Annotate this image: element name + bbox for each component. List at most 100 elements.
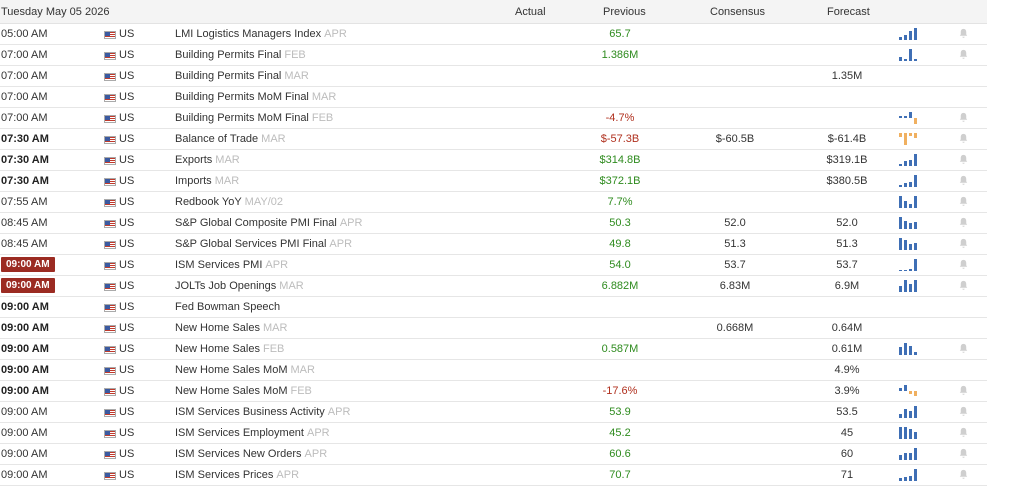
event-name-link[interactable]: S&P Global Services PMI Final APR (175, 238, 352, 250)
bell-icon[interactable] (958, 280, 969, 291)
event-name-link[interactable]: New Home Sales MoM MAR (175, 364, 315, 376)
table-row[interactable]: 09:00 AM US ISM Services Employment APR 45.2… (0, 423, 987, 444)
event-time: 09:00 AM (1, 364, 49, 376)
consensus-value: 51.3 (724, 238, 746, 250)
event-time: 07:00 AM (1, 91, 48, 103)
event-name-link[interactable]: Building Permits MoM Final FEB (175, 112, 333, 124)
table-row[interactable]: 08:45 AM US S&P Global Services PMI Final A… (0, 234, 987, 255)
sparkline-bar (914, 469, 917, 481)
sparkline-bar (899, 388, 902, 391)
bell-icon[interactable] (958, 427, 969, 438)
event-name: ISM Services Prices (175, 469, 274, 481)
table-row[interactable]: 09:00 AM US Fed Bowman Speech (0, 297, 987, 318)
country-code: US (119, 217, 135, 229)
event-name-link[interactable]: Exports MAR (175, 154, 240, 166)
event-name-link[interactable]: Building Permits Final FEB (175, 49, 306, 61)
bell-icon[interactable] (958, 112, 969, 123)
history-sparkline-icon[interactable] (898, 427, 920, 439)
table-row[interactable]: 09:00 AM US JOLTs Job Openings MAR 6.882M 6.8… (0, 276, 987, 297)
event-name: S&P Global Composite PMI Final (175, 217, 337, 229)
history-sparkline-icon[interactable] (898, 49, 920, 61)
table-row[interactable]: 07:00 AM US Building Permits Final FEB 1.386… (0, 45, 987, 66)
event-name-link[interactable]: ISM Services Prices APR (175, 469, 299, 481)
history-sparkline-icon[interactable] (898, 343, 920, 355)
table-row[interactable]: 07:30 AM US Exports MAR $314.8B $319.1B (0, 150, 987, 171)
history-sparkline-icon[interactable] (898, 469, 920, 481)
bell-icon[interactable] (958, 385, 969, 396)
event-name-link[interactable]: Imports MAR (175, 175, 239, 187)
event-name: Exports (175, 154, 213, 166)
event-name-link[interactable]: New Home Sales MAR (175, 322, 287, 334)
event-name-link[interactable]: New Home Sales MoM FEB (175, 385, 312, 397)
event-time: 05:00 AM (1, 28, 48, 40)
event-name: New Home Sales (175, 322, 260, 334)
event-name-link[interactable]: LMI Logistics Managers Index APR (175, 28, 347, 40)
history-sparkline-icon[interactable] (898, 196, 920, 208)
history-sparkline-icon[interactable] (898, 217, 920, 229)
history-sparkline-icon[interactable] (898, 112, 920, 124)
table-row[interactable]: 07:00 AM US Building Permits Final MAR 1.35M (0, 66, 987, 87)
table-row[interactable]: 07:30 AM US Imports MAR $372.1B $380.5B (0, 171, 987, 192)
bell-icon[interactable] (958, 28, 969, 39)
bell-icon[interactable] (958, 238, 969, 249)
bell-icon[interactable] (958, 343, 969, 354)
event-name-link[interactable]: JOLTs Job Openings MAR (175, 280, 304, 292)
event-name-link[interactable]: Building Permits MoM Final MAR (175, 91, 336, 103)
table-row[interactable]: 09:00 AM US ISM Services Prices APR 70.7 71 (0, 465, 987, 486)
table-row[interactable]: 07:00 AM US Building Permits MoM Final FEB -… (0, 108, 987, 129)
table-row[interactable]: 09:00 AM US New Home Sales MAR 0.668M 0.64M (0, 318, 987, 339)
history-sparkline-icon[interactable] (898, 175, 920, 187)
event-name-link[interactable]: Balance of Trade MAR (175, 133, 286, 145)
table-row[interactable]: 09:00 AM US ISM Services New Orders APR 60.6… (0, 444, 987, 465)
bell-icon[interactable] (958, 175, 969, 186)
history-sparkline-icon[interactable] (898, 133, 920, 145)
history-sparkline-icon[interactable] (898, 238, 920, 250)
sparkline-bar (899, 164, 902, 166)
previous-value: 53.9 (609, 406, 631, 418)
event-time: 08:45 AM (1, 217, 48, 229)
bell-icon[interactable] (958, 196, 969, 207)
table-row[interactable]: 08:45 AM US S&P Global Composite PMI Final… (0, 213, 987, 234)
sparkline-bar (914, 154, 917, 166)
history-sparkline-icon[interactable] (898, 28, 920, 40)
event-name-link[interactable]: ISM Services Employment APR (175, 427, 330, 439)
reference-period: MAR (311, 91, 337, 103)
event-name-link[interactable]: ISM Services PMI APR (175, 259, 288, 271)
sparkline-bar (904, 409, 907, 418)
table-row[interactable]: 09:00 AM US New Home Sales FEB 0.587M 0.61M (0, 339, 987, 360)
table-row[interactable]: 09:00 AM US New Home Sales MoM FEB -17.6% 3.9… (0, 381, 987, 402)
event-name-link[interactable]: New Home Sales FEB (175, 343, 284, 355)
history-sparkline-icon[interactable] (898, 154, 920, 166)
history-sparkline-icon[interactable] (898, 448, 920, 460)
event-name-link[interactable]: ISM Services Business Activity APR (175, 406, 350, 418)
table-row[interactable]: 09:00 AM US New Home Sales MoM MAR 4.9% (0, 360, 987, 381)
table-row[interactable]: 07:00 AM US Building Permits MoM Final MAR (0, 87, 987, 108)
bell-icon[interactable] (958, 49, 969, 60)
sparkline-bar (914, 432, 917, 439)
bell-icon[interactable] (958, 154, 969, 165)
event-name-link[interactable]: S&P Global Composite PMI Final APR (175, 217, 362, 229)
previous-value: $-57.3B (600, 133, 640, 145)
bell-icon[interactable] (958, 448, 969, 459)
bell-icon[interactable] (958, 469, 969, 480)
table-row[interactable]: 09:00 AM US ISM Services PMI APR 54.0 53.7 53.… (0, 255, 987, 276)
history-sparkline-icon[interactable] (898, 385, 920, 397)
history-sparkline-icon[interactable] (898, 406, 920, 418)
event-time: 09:00 AM (1, 469, 48, 481)
event-name-link[interactable]: Building Permits Final MAR (175, 70, 309, 82)
event-name-link[interactable]: Fed Bowman Speech (175, 301, 283, 313)
history-sparkline-icon[interactable] (898, 280, 920, 292)
previous-value: $372.1B (599, 175, 641, 187)
table-row[interactable]: 09:00 AM US ISM Services Business Activity… (0, 402, 987, 423)
table-row[interactable]: 07:55 AM US Redbook YoY MAY/02 7.7% (0, 192, 987, 213)
bell-icon[interactable] (958, 259, 969, 270)
table-row[interactable]: 05:00 AM US LMI Logistics Managers Index AP… (0, 24, 987, 45)
history-sparkline-icon[interactable] (898, 259, 920, 271)
event-name-link[interactable]: Redbook YoY MAY/02 (175, 196, 283, 208)
event-name-link[interactable]: ISM Services New Orders APR (175, 448, 327, 460)
reference-period: APR (265, 259, 289, 271)
bell-icon[interactable] (958, 133, 969, 144)
bell-icon[interactable] (958, 406, 969, 417)
bell-icon[interactable] (958, 217, 969, 228)
table-row[interactable]: 07:30 AM US Balance of Trade MAR $-57.3B $-60… (0, 129, 987, 150)
